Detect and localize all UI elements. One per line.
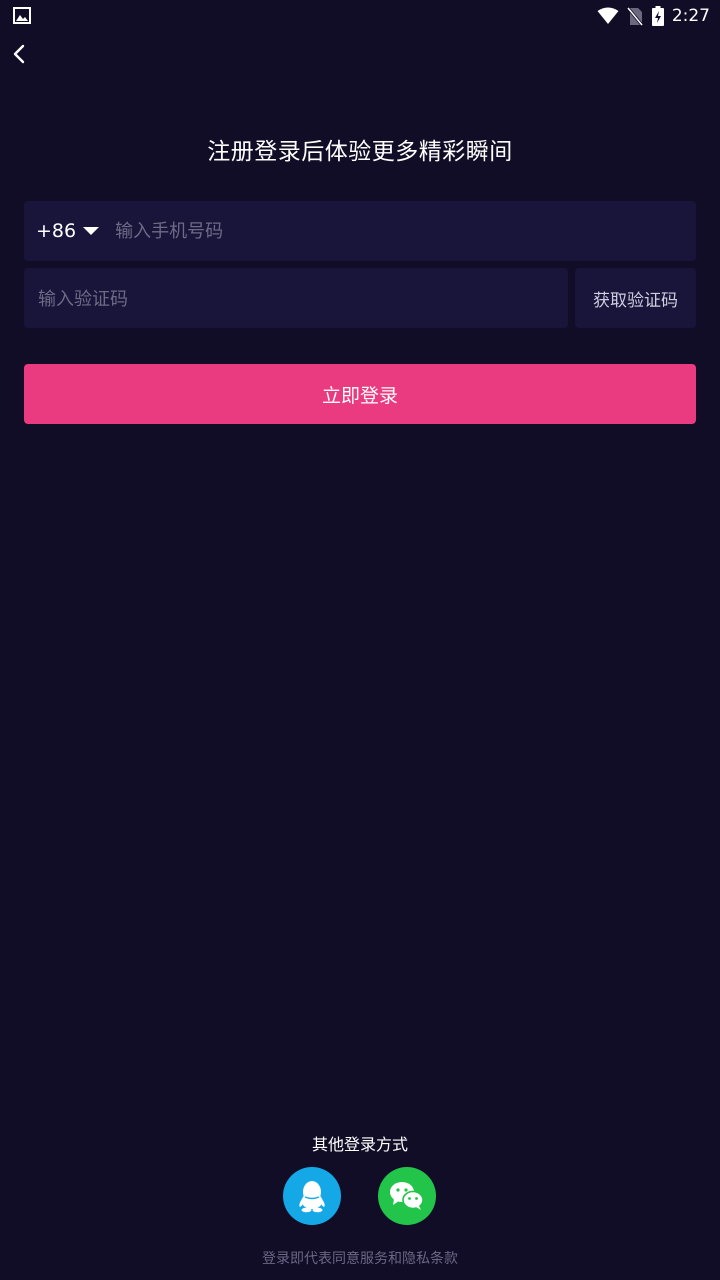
code-input-row: 获取验证码 (24, 268, 696, 329)
get-code-button[interactable]: 获取验证码 (575, 268, 696, 328)
status-bar: 2:27 (0, 0, 720, 32)
country-code: +86 (36, 220, 77, 242)
image-icon (13, 7, 31, 24)
back-button[interactable] (6, 40, 32, 68)
no-sim-icon (626, 6, 643, 26)
wifi-icon (597, 7, 619, 25)
chevron-left-icon (13, 44, 25, 64)
wechat-login-button[interactable] (378, 1167, 436, 1225)
wechat-icon (390, 1182, 424, 1210)
qq-login-button[interactable] (283, 1167, 341, 1225)
status-icons: 2:27 (597, 4, 710, 28)
other-login-label: 其他登录方式 (311, 1135, 408, 1154)
country-code-selector[interactable]: +86 (36, 220, 100, 242)
page-title: 注册登录后体验更多精彩瞬间 (207, 139, 513, 165)
caret-down-icon (83, 227, 100, 235)
phone-input[interactable] (113, 201, 696, 261)
status-time: 2:27 (671, 6, 710, 26)
code-input-box (24, 268, 568, 329)
terms-link[interactable]: 登录即代表同意服务和隐私条款 (0, 1248, 720, 1268)
phone-input-row: +86 (24, 201, 696, 261)
verification-code-input[interactable] (36, 269, 560, 329)
login-button[interactable]: 立即登录 (24, 364, 696, 424)
login-page: 2:27 注册登录后体验更多精彩瞬间 +86 获取验证码 立即登录 其他登录方式 (0, 0, 720, 1280)
qq-icon (299, 1181, 325, 1213)
battery-charging-icon (651, 6, 664, 26)
